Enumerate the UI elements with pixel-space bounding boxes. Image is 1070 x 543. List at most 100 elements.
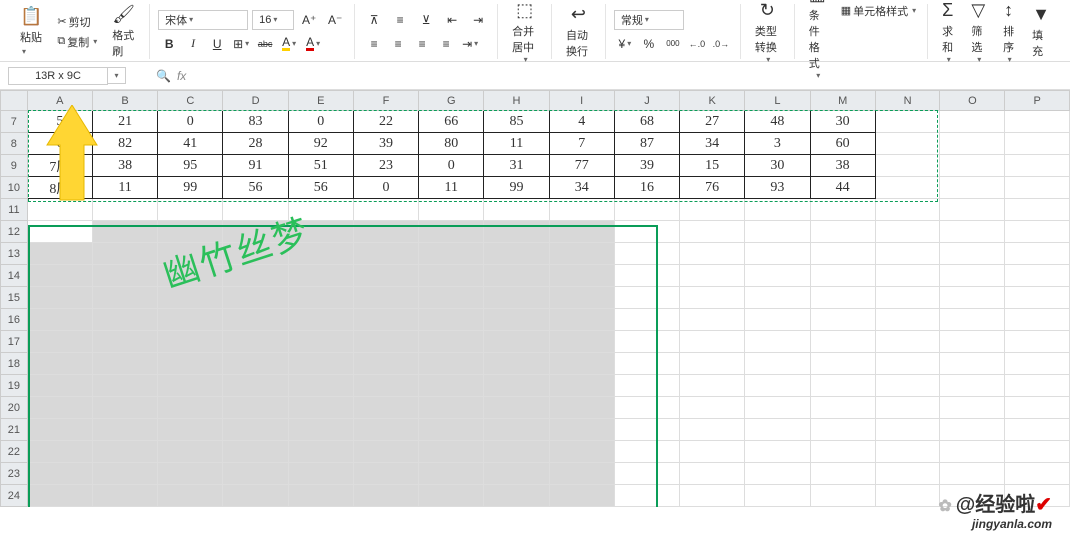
- cell-C11[interactable]: [158, 199, 223, 221]
- merge-button[interactable]: ⬚ 合并居中: [506, 0, 543, 66]
- col-head-G[interactable]: G: [419, 91, 484, 111]
- cell-C14[interactable]: [158, 265, 223, 287]
- cell-B19[interactable]: [92, 375, 157, 397]
- cell-L16[interactable]: [745, 309, 810, 331]
- cell-E7[interactable]: 0: [288, 111, 353, 133]
- cell-G21[interactable]: [419, 419, 484, 441]
- row-head-14[interactable]: 14: [1, 265, 28, 287]
- cell-I7[interactable]: 4: [549, 111, 614, 133]
- cell-F15[interactable]: [353, 287, 418, 309]
- cell-B18[interactable]: [92, 353, 157, 375]
- cell-C8[interactable]: 41: [158, 133, 223, 155]
- cell-L22[interactable]: [745, 441, 810, 463]
- cell-N22[interactable]: [875, 441, 940, 463]
- cell-G22[interactable]: [419, 441, 484, 463]
- number-format-select[interactable]: 常规: [614, 10, 684, 30]
- cell-G12[interactable]: [419, 221, 484, 243]
- cell-B24[interactable]: [92, 485, 157, 507]
- cell-C15[interactable]: [158, 287, 223, 309]
- cell-C16[interactable]: [158, 309, 223, 331]
- cell-G11[interactable]: [419, 199, 484, 221]
- cell-I9[interactable]: 77: [549, 155, 614, 177]
- cell-A20[interactable]: [27, 397, 92, 419]
- cell-A7[interactable]: 5: [27, 111, 92, 133]
- cell-C17[interactable]: [158, 331, 223, 353]
- align-center-button[interactable]: ≡: [387, 34, 409, 54]
- cell-N21[interactable]: [875, 419, 940, 441]
- cell-H23[interactable]: [484, 463, 549, 485]
- cell-M10[interactable]: 44: [810, 177, 875, 199]
- cell-M12[interactable]: [810, 221, 875, 243]
- cell-I18[interactable]: [549, 353, 614, 375]
- cell-J16[interactable]: [614, 309, 679, 331]
- cell-A24[interactable]: [27, 485, 92, 507]
- cell-O22[interactable]: [940, 441, 1005, 463]
- cell-J22[interactable]: [614, 441, 679, 463]
- cell-D10[interactable]: 56: [223, 177, 288, 199]
- cell-K17[interactable]: [680, 331, 745, 353]
- cell-A17[interactable]: [27, 331, 92, 353]
- cell-C23[interactable]: [158, 463, 223, 485]
- cell-H7[interactable]: 85: [484, 111, 549, 133]
- cell-M24[interactable]: [810, 485, 875, 507]
- orientation-button[interactable]: ⇥: [459, 34, 481, 54]
- sheet-grid[interactable]: ABCDEFGHIJKLMNOP752108302266854682748308…: [0, 90, 1070, 507]
- cell-B14[interactable]: [92, 265, 157, 287]
- cell-P13[interactable]: [1005, 243, 1070, 265]
- cell-P10[interactable]: [1005, 177, 1070, 199]
- cell-F8[interactable]: 39: [353, 133, 418, 155]
- decrease-font-button[interactable]: A⁻: [324, 10, 346, 30]
- cell-D13[interactable]: [223, 243, 288, 265]
- cell-H10[interactable]: 99: [484, 177, 549, 199]
- cell-C9[interactable]: 95: [158, 155, 223, 177]
- cell-K21[interactable]: [680, 419, 745, 441]
- cell-E23[interactable]: [288, 463, 353, 485]
- row-head-20[interactable]: 20: [1, 397, 28, 419]
- cell-D21[interactable]: [223, 419, 288, 441]
- cell-E12[interactable]: [288, 221, 353, 243]
- cell-O7[interactable]: [940, 111, 1005, 133]
- cell-C20[interactable]: [158, 397, 223, 419]
- col-head-L[interactable]: L: [745, 91, 810, 111]
- cell-N18[interactable]: [875, 353, 940, 375]
- cell-I19[interactable]: [549, 375, 614, 397]
- cell-L21[interactable]: [745, 419, 810, 441]
- cell-M7[interactable]: 30: [810, 111, 875, 133]
- cell-K18[interactable]: [680, 353, 745, 375]
- align-middle-button[interactable]: ≡: [389, 10, 411, 30]
- cell-M17[interactable]: [810, 331, 875, 353]
- cell-I8[interactable]: 7: [549, 133, 614, 155]
- cell-H11[interactable]: [484, 199, 549, 221]
- corner-cell[interactable]: [1, 91, 28, 111]
- cell-J20[interactable]: [614, 397, 679, 419]
- cell-N10[interactable]: [875, 177, 940, 199]
- cell-B10[interactable]: 11: [92, 177, 157, 199]
- cell-E15[interactable]: [288, 287, 353, 309]
- cell-L13[interactable]: [745, 243, 810, 265]
- cell-A15[interactable]: [27, 287, 92, 309]
- cell-B7[interactable]: 21: [92, 111, 157, 133]
- cell-J9[interactable]: 39: [614, 155, 679, 177]
- cell-P9[interactable]: [1005, 155, 1070, 177]
- cell-C19[interactable]: [158, 375, 223, 397]
- row-head-23[interactable]: 23: [1, 463, 28, 485]
- cell-M19[interactable]: [810, 375, 875, 397]
- cell-F20[interactable]: [353, 397, 418, 419]
- cell-D18[interactable]: [223, 353, 288, 375]
- cell-I16[interactable]: [549, 309, 614, 331]
- cell-L9[interactable]: 30: [745, 155, 810, 177]
- cell-L18[interactable]: [745, 353, 810, 375]
- cell-N24[interactable]: [875, 485, 940, 507]
- cell-I22[interactable]: [549, 441, 614, 463]
- increase-decimal-button[interactable]: ←.0: [686, 34, 708, 54]
- filter-button[interactable]: ▽筛选: [965, 0, 991, 66]
- row-head-15[interactable]: 15: [1, 287, 28, 309]
- cell-E9[interactable]: 51: [288, 155, 353, 177]
- cell-K10[interactable]: 76: [680, 177, 745, 199]
- cell-M14[interactable]: [810, 265, 875, 287]
- cell-G24[interactable]: [419, 485, 484, 507]
- row-head-7[interactable]: 7: [1, 111, 28, 133]
- cell-J8[interactable]: 87: [614, 133, 679, 155]
- cell-J14[interactable]: [614, 265, 679, 287]
- indent-inc-button[interactable]: ⇥: [467, 10, 489, 30]
